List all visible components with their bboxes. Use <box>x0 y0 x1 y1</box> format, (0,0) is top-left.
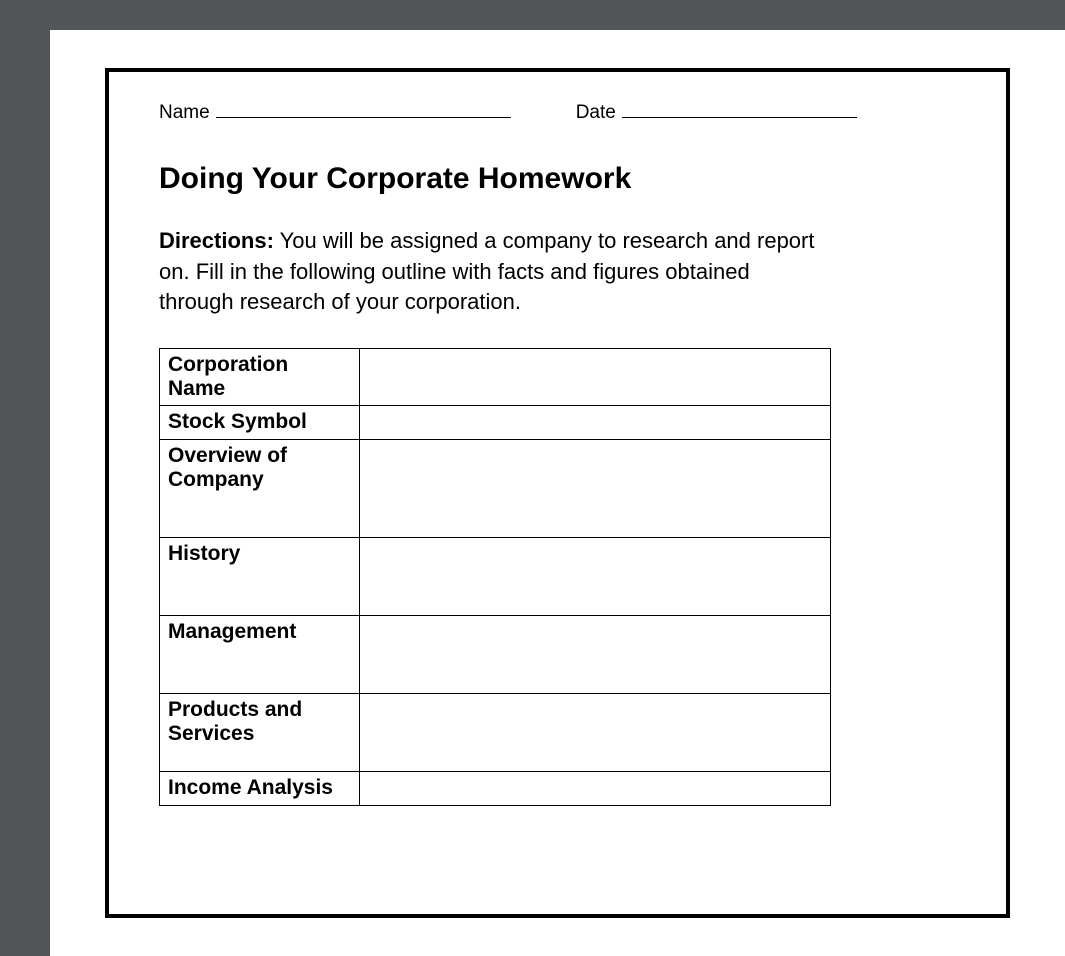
row-label: Management <box>160 616 360 694</box>
row-label: Products and Services <box>160 694 360 772</box>
row-value-cell[interactable] <box>360 616 831 694</box>
row-value-cell[interactable] <box>360 538 831 616</box>
row-value-cell[interactable] <box>360 406 831 440</box>
name-input-line[interactable] <box>216 97 511 118</box>
directions-paragraph: Directions: You will be assigned a compa… <box>159 226 829 318</box>
row-value-cell[interactable] <box>360 349 831 406</box>
table-row: History <box>160 538 831 616</box>
worksheet-table: Corporation NameStock SymbolOverview of … <box>159 348 831 806</box>
table-row: Products and Services <box>160 694 831 772</box>
table-row: Stock Symbol <box>160 406 831 440</box>
directions-label: Directions: <box>159 228 274 253</box>
row-value-cell[interactable] <box>360 694 831 772</box>
name-label: Name <box>159 102 210 124</box>
content-frame: Name Date Doing Your Corporate Homework … <box>105 68 1010 918</box>
row-label: Overview of Company <box>160 440 360 538</box>
row-label: History <box>160 538 360 616</box>
table-row: Corporation Name <box>160 349 831 406</box>
row-label: Income Analysis <box>160 772 360 806</box>
table-row: Overview of Company <box>160 440 831 538</box>
document-page: Name Date Doing Your Corporate Homework … <box>50 30 1065 956</box>
row-label: Corporation Name <box>160 349 360 406</box>
date-field: Date <box>576 97 857 124</box>
row-label: Stock Symbol <box>160 406 360 440</box>
header-line: Name Date <box>159 97 956 124</box>
name-field: Name <box>159 97 511 124</box>
row-value-cell[interactable] <box>360 440 831 538</box>
date-input-line[interactable] <box>622 97 857 118</box>
row-value-cell[interactable] <box>360 772 831 806</box>
date-label: Date <box>576 102 616 124</box>
page-title: Doing Your Corporate Homework <box>159 162 956 196</box>
table-row: Management <box>160 616 831 694</box>
table-row: Income Analysis <box>160 772 831 806</box>
